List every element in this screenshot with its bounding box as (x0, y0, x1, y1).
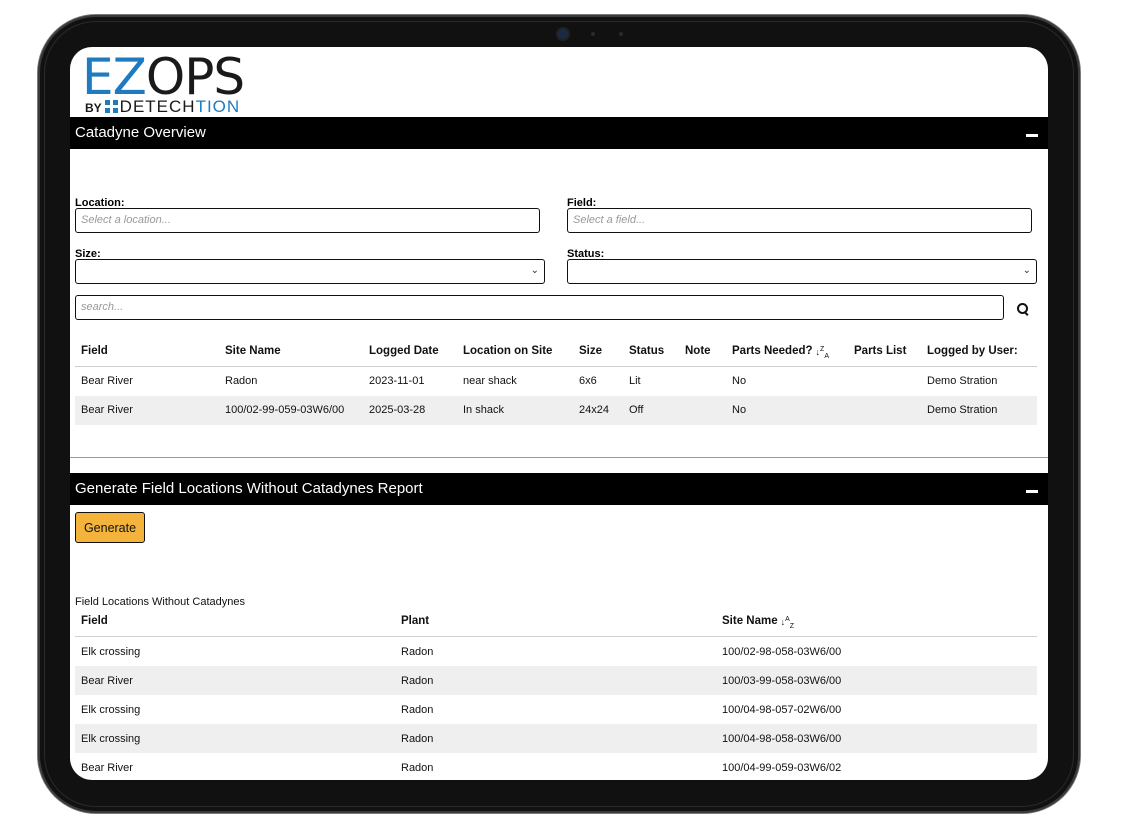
col-size[interactable]: Size (579, 345, 602, 357)
col-field[interactable]: Field (81, 615, 108, 627)
cell-plant: Radon (401, 704, 434, 716)
front-camera (558, 29, 568, 39)
status-select[interactable]: ⌄ (567, 259, 1037, 284)
app-screen: EZOPS BY DETECHTION Catadyne Overview Loc… (70, 47, 1048, 780)
cell-site-name: Radon (225, 375, 258, 387)
table-row[interactable]: Bear River 100/02-99-059-03W6/00 2025-03… (75, 396, 1037, 425)
col-parts-list[interactable]: Parts List (854, 345, 906, 357)
cell-logged-date: 2023-11-01 (369, 375, 425, 387)
cell-parts-needed: No (732, 404, 747, 416)
cell-field: Elk crossing (81, 646, 141, 658)
cell-logged-by: Demo Stration (927, 404, 998, 416)
cell-site-name: 100/04-99-059-03W6/02 (722, 762, 842, 774)
search-input[interactable]: search... (75, 295, 1004, 320)
report-header: Generate Field Locations Without Catadyn… (70, 473, 1048, 505)
cell-site-name: 100/04-98-057-02W6/00 (722, 704, 842, 716)
overview-title: Catadyne Overview (75, 124, 206, 141)
table-row[interactable]: Elk crossing Radon 100/04-98-057-02W6/00 (75, 695, 1037, 724)
collapse-icon[interactable] (1026, 490, 1038, 493)
cell-plant: Radon (401, 675, 434, 687)
sensor-dot (591, 32, 595, 36)
col-logged-date[interactable]: Logged Date (369, 345, 439, 357)
logo-byline: BY DETECHTION (85, 97, 241, 116)
cell-logged-by: Demo Stration (927, 375, 998, 387)
cell-size: 24x24 (579, 404, 609, 416)
cell-field: Bear River (81, 404, 133, 416)
size-select[interactable]: ⌄ (75, 259, 545, 284)
field-input[interactable]: Select a field... (567, 208, 1032, 233)
sort-ascending-icon[interactable]: ↓AZ (781, 616, 794, 631)
col-parts-needed[interactable]: Parts Needed? ↓ZA (732, 345, 829, 361)
generate-button[interactable]: Generate (75, 512, 145, 543)
col-site-name[interactable]: Site Name (225, 345, 281, 357)
table-row[interactable]: Elk crossing Radon 100/02-98-058-03W6/00 (75, 637, 1037, 666)
cell-field: Bear River (81, 762, 133, 774)
location-input[interactable]: Select a location... (75, 208, 540, 233)
cell-plant: Radon (401, 762, 434, 774)
detechtion-grid-icon (104, 100, 118, 113)
search-icon[interactable] (1017, 303, 1029, 315)
sensor-dot (619, 32, 623, 36)
col-site-name[interactable]: Site Name ↓AZ (722, 615, 794, 631)
cell-plant: Radon (401, 646, 434, 658)
chevron-down-icon: ⌄ (1022, 265, 1031, 276)
logo-wordmark: EZOPS (82, 48, 245, 106)
cell-location: In shack (463, 404, 504, 416)
sort-descending-icon[interactable]: ↓ZA (816, 346, 829, 361)
col-field[interactable]: Field (81, 345, 108, 357)
cell-site-name: 100/02-98-058-03W6/00 (722, 646, 842, 658)
cell-parts-needed: No (732, 375, 747, 387)
cell-site-name: 100/03-99-058-03W6/00 (722, 675, 842, 687)
col-status[interactable]: Status (629, 345, 664, 357)
table-row[interactable]: Elk crossing Radon 100/04-98-058-03W6/00 (75, 724, 1037, 753)
cell-logged-date: 2025-03-28 (369, 404, 426, 416)
col-note[interactable]: Note (685, 345, 711, 357)
ezops-logo[interactable]: EZOPS BY DETECHTION (82, 48, 282, 116)
cell-location: near shack (463, 375, 517, 387)
col-plant[interactable]: Plant (401, 615, 429, 627)
table-row[interactable]: Bear River Radon 2023-11-01 near shack 6… (75, 367, 1037, 396)
cell-site-name: 100/02-99-059-03W6/00 (225, 404, 345, 416)
table-row[interactable]: Bear River Radon 100/03-99-058-03W6/00 (75, 666, 1037, 695)
cell-field: Bear River (81, 375, 133, 387)
cell-site-name: 100/04-98-058-03W6/00 (722, 733, 842, 745)
cell-size: 6x6 (579, 375, 597, 387)
section-divider (70, 457, 1048, 458)
cell-field: Elk crossing (81, 704, 141, 716)
cell-plant: Radon (401, 733, 434, 745)
collapse-icon[interactable] (1026, 134, 1038, 137)
report-title: Generate Field Locations Without Catadyn… (75, 480, 423, 497)
cell-status: Off (629, 404, 644, 416)
cell-field: Bear River (81, 675, 133, 687)
report-caption: Field Locations Without Catadynes (75, 596, 245, 608)
cell-status: Lit (629, 375, 641, 387)
col-logged-by[interactable]: Logged by User: (927, 345, 1018, 357)
chevron-down-icon: ⌄ (530, 265, 539, 276)
overview-header: Catadyne Overview (70, 117, 1048, 149)
tablet-frame: EZOPS BY DETECHTION Catadyne Overview Loc… (38, 15, 1080, 813)
cell-field: Elk crossing (81, 733, 141, 745)
col-location-on-site[interactable]: Location on Site (463, 345, 552, 357)
table-row[interactable]: Bear River Radon 100/04-99-059-03W6/02 (75, 753, 1037, 780)
